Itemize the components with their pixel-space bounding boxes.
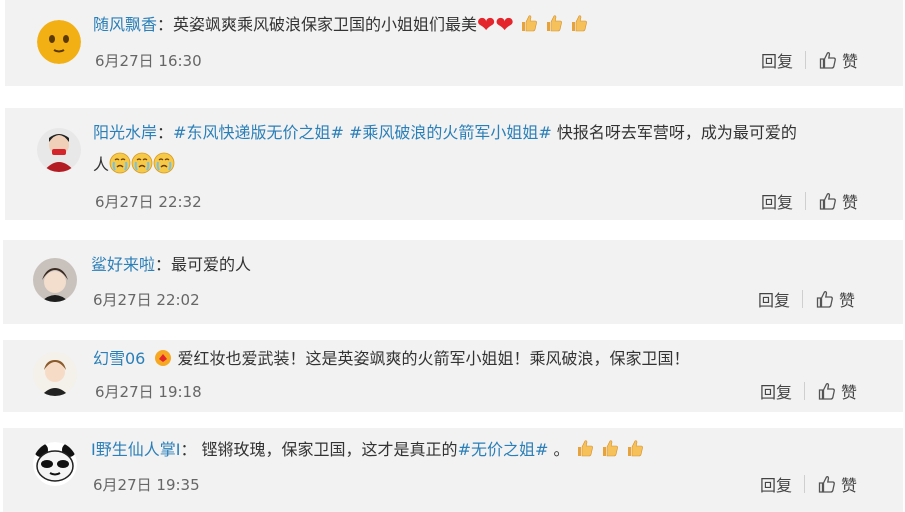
thumbs-up-emoji-icon: [600, 438, 620, 458]
timestamp: 6月27日 19:35: [93, 476, 200, 494]
hashtag-link[interactable]: #东风快递版无价之姐#: [173, 123, 344, 142]
hashtag-link[interactable]: #无价之姐#: [458, 440, 549, 459]
like-icon: [818, 50, 838, 70]
thumbs-up-emoji-icon: [544, 13, 564, 33]
comment-body: 阳光水岸：#东风快递版无价之姐# #乘风破浪的火箭军小姐姐# 快报名呀去军营呀，…: [93, 120, 797, 146]
avatar[interactable]: [37, 128, 81, 172]
comment-text: 爱红妆也爱武装！这是英姿飒爽的火箭军小姐姐！乘风破浪，保家卫国！: [172, 349, 690, 368]
comment-text-continued: 人: [93, 155, 110, 174]
reply-button[interactable]: 回复: [760, 379, 792, 403]
thumbs-up-emoji-icon: [575, 438, 595, 458]
like-button[interactable]: 赞: [815, 287, 855, 311]
divider: [804, 475, 806, 493]
comment-body: 随风飘香：英姿飒爽乘风破浪保家卫国的小姐姐们最美❤❤: [93, 12, 589, 38]
avatar[interactable]: [33, 442, 77, 486]
comment-card-4: 幻雪06 爱红妆也爱武装！这是英姿飒爽的火箭军小姐姐！乘风破浪，保家卫国！ 6月…: [3, 340, 903, 412]
like-button[interactable]: 赞: [818, 189, 858, 213]
thumbs-up-emoji-icon: [519, 13, 539, 33]
like-icon: [817, 474, 837, 494]
like-label: 赞: [839, 291, 856, 310]
avatar[interactable]: [33, 258, 77, 302]
username[interactable]: 幻雪06: [93, 349, 145, 368]
divider: [805, 51, 807, 69]
colon: ：: [180, 440, 197, 459]
reply-button[interactable]: 回复: [761, 189, 793, 213]
username[interactable]: 鲨好来啦: [91, 255, 155, 274]
divider: [802, 290, 804, 308]
timestamp: 6月27日 22:02: [93, 291, 200, 309]
comment-text: 铿锵玫瑰，保家卫国，这才是真正的: [196, 440, 458, 459]
like-button[interactable]: 赞: [817, 379, 857, 403]
reply-button[interactable]: 回复: [761, 48, 793, 72]
like-icon: [818, 191, 838, 211]
comment-card-5: I野生仙人掌I： 铿锵玫瑰，保家卫国，这才是真正的#无价之姐# 。 6月27日 …: [3, 428, 903, 512]
hashtag-link[interactable]: #乘风破浪的火箭军小姐姐#: [349, 123, 552, 142]
username[interactable]: 随风飘香: [93, 15, 157, 34]
timestamp: 6月27日 16:30: [95, 52, 202, 70]
like-icon: [815, 289, 835, 309]
comment-card-2: 阳光水岸：#东风快递版无价之姐# #乘风破浪的火箭军小姐姐# 快报名呀去军营呀，…: [5, 108, 903, 220]
thumbs-up-emoji-icon: [569, 13, 589, 33]
timestamp: 6月27日 19:18: [95, 383, 202, 401]
thumbs-up-emoji-icon: [625, 438, 645, 458]
avatar-person-icon: [37, 128, 81, 172]
comment-text: 英姿飒爽乘风破浪保家卫国的小姐姐们最美: [173, 15, 478, 34]
heart-icon: ❤: [477, 13, 496, 38]
avatar[interactable]: [33, 352, 77, 396]
like-label: 赞: [842, 193, 859, 212]
comment-body: 鲨好来啦：最可爱的人: [91, 252, 251, 278]
crying-face-emoji-icon: [109, 152, 131, 174]
comment-actions: 回复 赞: [760, 472, 857, 496]
comment-actions: 回复 赞: [761, 189, 858, 213]
avatar-person-icon: [33, 258, 77, 302]
like-button[interactable]: 赞: [818, 48, 858, 72]
fan-badge-icon: [155, 350, 172, 366]
comment-text-end: 。: [548, 440, 570, 459]
avatar[interactable]: [37, 20, 81, 64]
like-label: 赞: [841, 476, 858, 495]
username[interactable]: 阳光水岸: [93, 123, 157, 142]
comment-actions: 回复 赞: [760, 379, 857, 403]
colon: ：: [157, 123, 174, 142]
like-button[interactable]: 赞: [817, 472, 857, 496]
avatar-panda-icon: [33, 442, 77, 486]
avatar-person-icon: [33, 352, 77, 396]
divider: [804, 382, 806, 400]
heart-icon: ❤: [495, 13, 514, 38]
like-icon: [817, 381, 837, 401]
crying-face-emoji-icon: [131, 152, 153, 174]
reply-button[interactable]: 回复: [760, 472, 792, 496]
reply-button[interactable]: 回复: [758, 287, 790, 311]
avatar-orange-face-icon: [37, 20, 81, 64]
comment-text: 最可爱的人: [171, 255, 252, 274]
comment-card-3: 鲨好来啦：最可爱的人 6月27日 22:02 回复 赞: [3, 240, 903, 324]
comment-actions: 回复 赞: [758, 287, 855, 311]
comment-card-1: 随风飘香：英姿飒爽乘风破浪保家卫国的小姐姐们最美❤❤ 6月27日 16:30 回…: [5, 0, 903, 86]
like-label: 赞: [842, 52, 859, 71]
comment-text: 快报名呀去军营呀，成为最可爱的: [551, 123, 797, 142]
timestamp: 6月27日 22:32: [95, 193, 202, 211]
comment-body: 幻雪06 爱红妆也爱武装！这是英姿飒爽的火箭军小姐姐！乘风破浪，保家卫国！: [93, 346, 690, 372]
comment-body: I野生仙人掌I： 铿锵玫瑰，保家卫国，这才是真正的#无价之姐# 。: [91, 437, 645, 463]
username[interactable]: I野生仙人掌I: [91, 440, 180, 459]
like-label: 赞: [841, 383, 858, 402]
comment-body-line2: 人: [93, 152, 175, 178]
crying-face-emoji-icon: [153, 152, 175, 174]
colon: ：: [157, 15, 174, 34]
divider: [805, 192, 807, 210]
colon: ：: [155, 255, 172, 274]
comment-actions: 回复 赞: [761, 48, 858, 72]
